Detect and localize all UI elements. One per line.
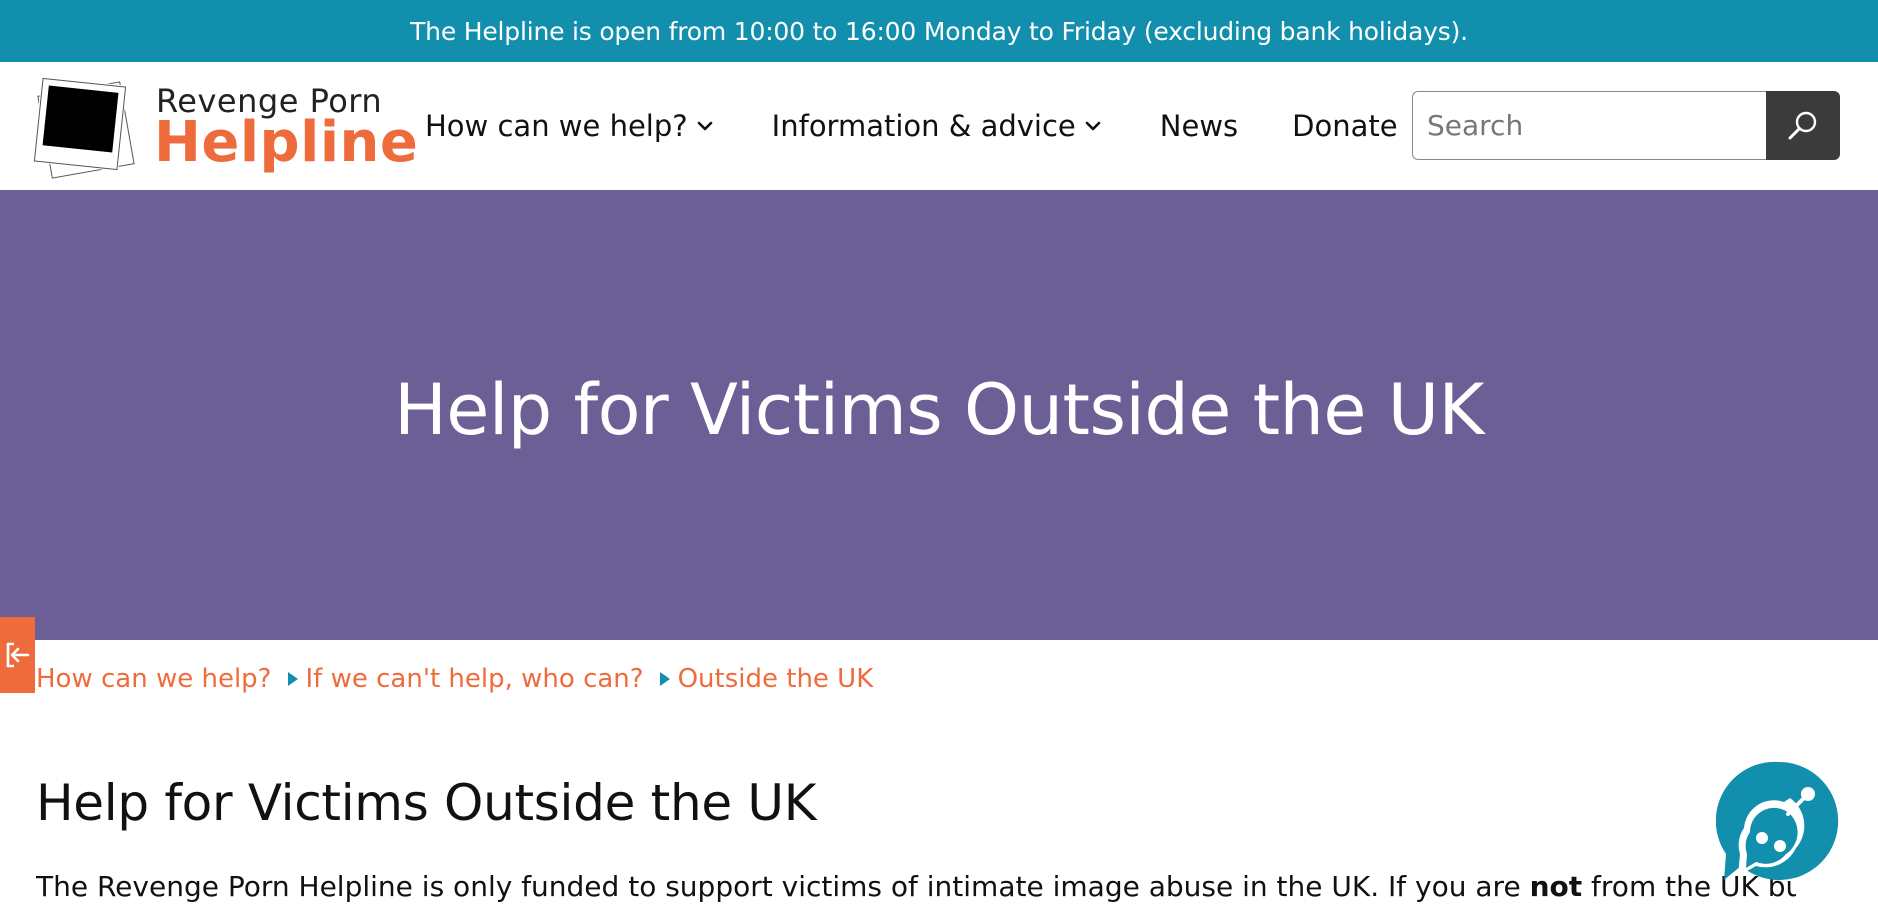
announcement-text: The Helpline is open from 10:00 to 16:00…	[410, 16, 1468, 46]
nav-item-information-advice[interactable]: Information & advice	[772, 109, 1104, 143]
intro-text-before: The Revenge Porn Helpline is only funded…	[36, 870, 1530, 903]
page-heading: Help for Victims Outside the UK	[36, 774, 817, 832]
nav-item-news[interactable]: News	[1160, 109, 1238, 143]
announcement-bar: The Helpline is open from 10:00 to 16:00…	[0, 0, 1878, 62]
nav-item-label: Information & advice	[771, 109, 1076, 143]
breadcrumb-item-if-we-cant-help[interactable]: If we can't help, who can?	[306, 664, 644, 694]
exit-arrow-icon	[6, 642, 29, 668]
search-button[interactable]	[1766, 91, 1840, 160]
logo-photo-front-icon	[33, 77, 127, 171]
breadcrumb: How can we help? If we can't help, who c…	[36, 664, 873, 694]
hero-title: Help for Victims Outside the UK	[394, 369, 1484, 451]
nav-item-how-can-we-help[interactable]: How can we help?	[425, 109, 716, 143]
site-logo[interactable]: Revenge Porn Helpline	[33, 76, 418, 182]
site-header: Revenge Porn Helpline How can we help? I…	[0, 62, 1878, 190]
chevron-down-icon	[1085, 121, 1101, 131]
intro-text-emphasis: not	[1529, 870, 1583, 903]
breadcrumb-item-how-can-we-help[interactable]: How can we help?	[36, 664, 272, 694]
search-form	[1412, 91, 1840, 160]
breadcrumb-item-outside-the-uk[interactable]: Outside the UK	[678, 664, 874, 694]
logo-text-line2: Helpline	[154, 110, 419, 175]
hero-banner: Help for Victims Outside the UK	[0, 190, 1878, 640]
quick-exit-tab[interactable]	[0, 617, 35, 693]
nav-item-donate[interactable]: Donate	[1292, 109, 1397, 143]
chevron-down-icon	[697, 121, 712, 131]
search-icon	[1788, 111, 1817, 139]
breadcrumb-separator-icon	[287, 672, 298, 686]
search-input[interactable]	[1412, 91, 1766, 160]
chat-launcher-button[interactable]	[1715, 758, 1842, 884]
chat-bubble-icon	[1715, 761, 1839, 880]
nav-item-label: News	[1159, 109, 1239, 143]
main-navigation: How can we help? Information & advice Ne…	[425, 62, 1398, 190]
intro-paragraph: The Revenge Porn Helpline is only funded…	[36, 870, 1796, 903]
nav-item-label: How can we help?	[425, 109, 688, 143]
nav-item-label: Donate	[1292, 109, 1398, 143]
breadcrumb-separator-icon	[659, 672, 670, 686]
